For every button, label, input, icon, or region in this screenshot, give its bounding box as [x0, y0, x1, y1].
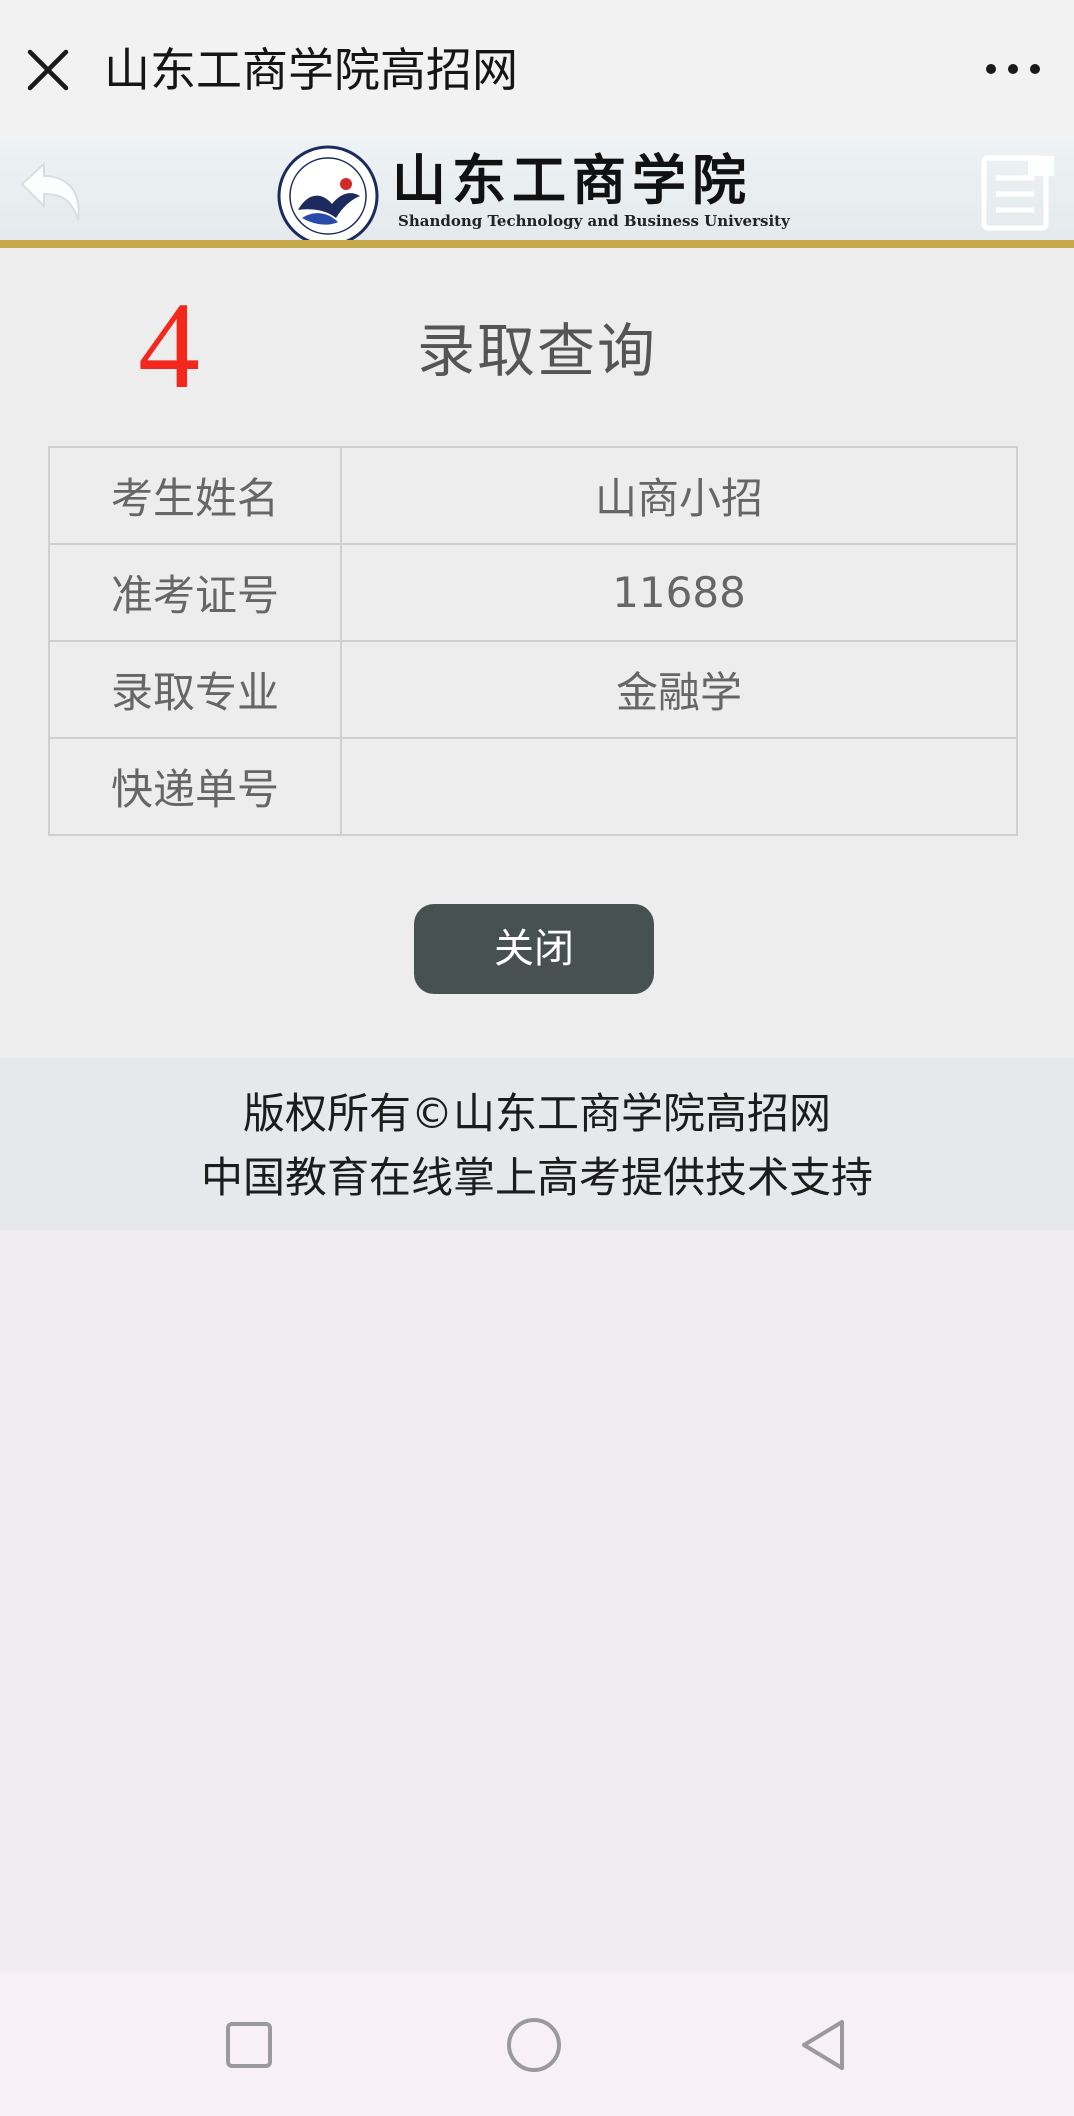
recent-apps-icon[interactable]	[214, 2010, 284, 2080]
school-name-cn: 山东工商学院	[392, 148, 752, 212]
menu-icon[interactable]	[978, 152, 1060, 234]
row-label-name: 考生姓名	[48, 446, 342, 545]
table-row: 录取专业 金融学	[48, 640, 1018, 739]
row-label-exam-id: 准考证号	[48, 543, 342, 642]
nav-back-icon[interactable]	[790, 2010, 860, 2080]
table-row: 准考证号 11688	[48, 543, 1018, 642]
header-stripe	[0, 240, 1074, 248]
page-title: 录取查询	[416, 317, 657, 385]
admission-info-table: 考生姓名 山商小招 准考证号 11688 录取专业 金融学 快递单号	[48, 446, 1018, 836]
row-value-major: 金融学	[340, 640, 1018, 739]
school-header: 山东工商学院 Shandong Technology and Business …	[0, 140, 1074, 248]
top-bar: 山东工商学院高招网	[0, 0, 1074, 141]
system-nav-bar	[0, 1972, 1074, 2116]
content: 4 录取查询 考生姓名 山商小招 准考证号 11688 录取专业 金融学 快递单…	[0, 248, 1074, 1058]
tech-support-text: 中国教育在线掌上高考提供技术支持	[200, 1153, 873, 1202]
topbar-title: 山东工商学院高招网	[104, 43, 518, 97]
row-label-major: 录取专业	[48, 640, 342, 739]
back-arrow-icon[interactable]	[12, 154, 90, 232]
footer: 版权所有©山东工商学院高招网 中国教育在线掌上高考提供技术支持	[0, 1058, 1074, 1230]
page: 山东工商学院高招网 山东工商学院 Shandong Technology and…	[0, 0, 1074, 2116]
copyright-text: 版权所有©山东工商学院高招网	[242, 1089, 831, 1138]
close-icon[interactable]	[18, 40, 78, 100]
table-row: 快递单号	[48, 737, 1018, 836]
close-button[interactable]: 关闭	[414, 904, 654, 994]
school-name-en: Shandong Technology and Business Univers…	[398, 212, 790, 230]
table-row: 考生姓名 山商小招	[48, 446, 1018, 545]
more-dots-icon[interactable]	[978, 44, 1048, 94]
row-label-tracking: 快递单号	[48, 737, 342, 836]
school-logo-seal	[276, 144, 380, 248]
row-value-name: 山商小招	[340, 446, 1018, 545]
home-icon[interactable]	[499, 2010, 569, 2080]
row-value-tracking	[340, 737, 1018, 836]
row-value-exam-id: 11688	[340, 543, 1018, 642]
